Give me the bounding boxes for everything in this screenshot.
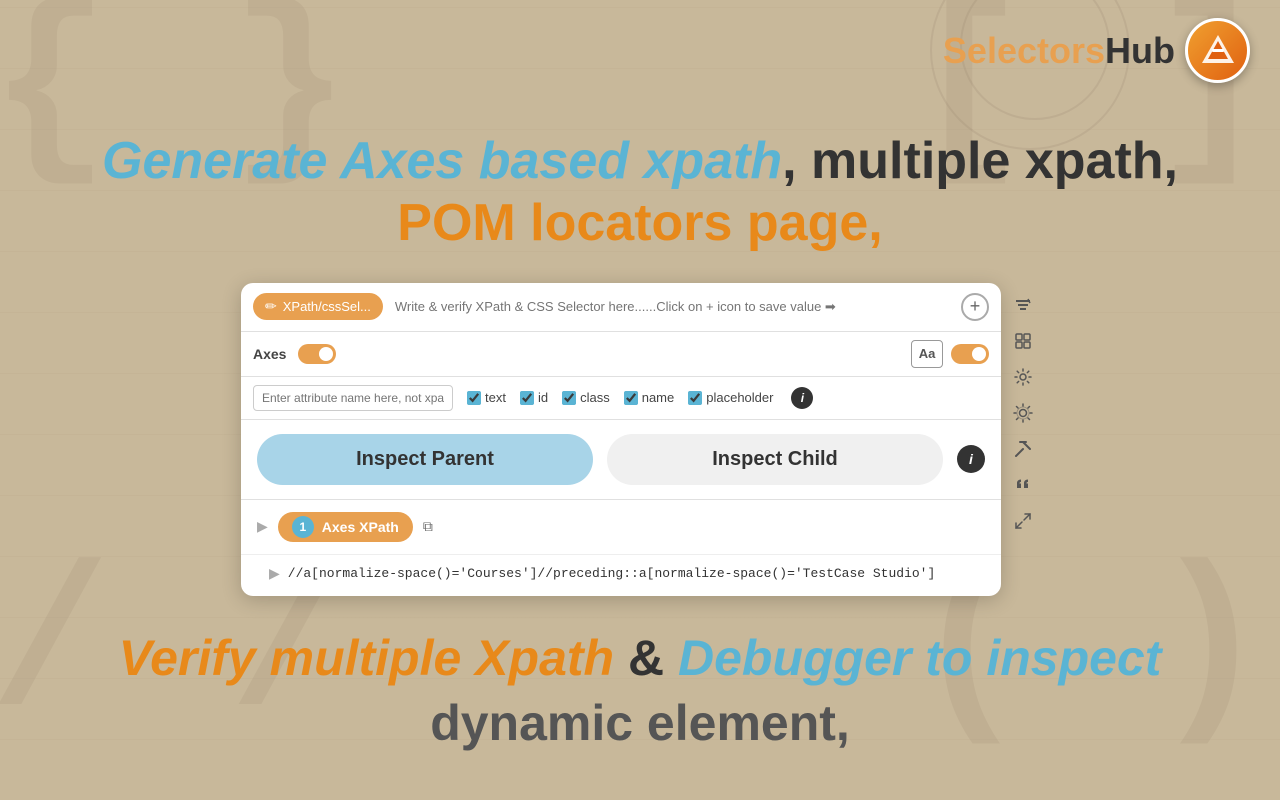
axes-label: Axes	[253, 346, 286, 362]
axes-toggle[interactable]	[298, 344, 336, 364]
ui-panel: ✏ XPath/cssSel... + Axes Aa	[241, 283, 1001, 596]
axes-toggle2[interactable]	[951, 344, 989, 364]
result-arrow-icon: ▶	[257, 518, 268, 535]
quote-icon[interactable]	[1007, 469, 1039, 501]
xpath-tab[interactable]: ✏ XPath/cssSel...	[253, 293, 383, 320]
heading-line1: Generate Axes based xpath, multiple xpat…	[102, 130, 1178, 192]
pencil-icon: ✏	[265, 298, 277, 315]
checkbox-placeholder-input[interactable]	[688, 391, 702, 405]
inspect-row: Inspect Parent Inspect Child i	[241, 420, 1001, 500]
checkbox-name-label: name	[642, 390, 675, 405]
grid-icon[interactable]	[1007, 325, 1039, 357]
axes-right: Aa	[911, 340, 989, 368]
axes-row: Axes Aa	[241, 332, 1001, 377]
xpath-result-row: ▶ 1 Axes XPath ⧉	[241, 500, 1001, 555]
logo-area: SelectorsHub	[943, 18, 1250, 83]
aa-button[interactable]: Aa	[911, 340, 943, 368]
bottom-line1: Verify multiple Xpath & Debugger to insp…	[119, 626, 1162, 691]
bottom-line2: dynamic element,	[119, 691, 1162, 756]
checkbox-text-label: text	[485, 390, 506, 405]
checkbox-name[interactable]: name	[624, 390, 675, 405]
logo-selectors: Selectors	[943, 30, 1105, 71]
logo-icon	[1185, 18, 1250, 83]
info-icon[interactable]: i	[791, 387, 813, 409]
checkbox-text-input[interactable]	[467, 391, 481, 405]
xpath-value-row: ▶ //a[normalize-space()='Courses']//prec…	[241, 555, 1001, 596]
bottom-debugger-text: Debugger to inspect	[678, 630, 1161, 686]
checkbox-class[interactable]: class	[562, 390, 610, 405]
checkbox-class-input[interactable]	[562, 391, 576, 405]
settings-icon[interactable]	[1007, 397, 1039, 429]
checkbox-id[interactable]: id	[520, 390, 548, 405]
checkbox-name-input[interactable]	[624, 391, 638, 405]
heading-axes-text: Generate Axes based xpath	[102, 132, 782, 190]
axes-badge: 1 Axes XPath	[278, 512, 413, 542]
checkbox-id-label: id	[538, 390, 548, 405]
checkbox-placeholder-label: placeholder	[706, 390, 773, 405]
add-button[interactable]: +	[961, 293, 989, 321]
inspect-parent-button[interactable]: Inspect Parent	[257, 434, 593, 485]
ui-panel-wrapper: ✏ XPath/cssSel... + Axes Aa	[241, 283, 1039, 596]
panel-topbar: ✏ XPath/cssSel... +	[241, 283, 1001, 332]
checkbox-text[interactable]: text	[467, 390, 506, 405]
checkbox-class-label: class	[580, 390, 610, 405]
side-icons-panel	[1007, 283, 1039, 596]
main-content: SelectorsHub Generate Axes based xpath, …	[0, 0, 1280, 800]
checkbox-id-input[interactable]	[520, 391, 534, 405]
xpath-value-text: //a[normalize-space()='Courses']//preced…	[288, 566, 936, 581]
xpath-value-arrow-icon: ▶	[269, 565, 280, 582]
checkbox-placeholder[interactable]: placeholder	[688, 390, 773, 405]
gear-icon[interactable]	[1007, 361, 1039, 393]
xpath-main-input[interactable]	[391, 295, 953, 318]
axes-left: Axes	[253, 344, 336, 364]
logo-text: SelectorsHub	[943, 30, 1175, 72]
bottom-and-text: &	[628, 630, 678, 686]
xpath-tab-label: XPath/cssSel...	[283, 299, 371, 314]
logo-hub: Hub	[1105, 30, 1175, 71]
heading-pom-text: POM locators page,	[397, 194, 882, 252]
copy-icon[interactable]: ⧉	[423, 518, 433, 535]
attr-row: text id class name placeholder	[241, 377, 1001, 420]
bottom-line2-text: dynamic element,	[430, 695, 850, 751]
heading-section: Generate Axes based xpath, multiple xpat…	[102, 130, 1178, 255]
expand-icon[interactable]	[1007, 505, 1039, 537]
logo-svg	[1198, 31, 1238, 71]
heading-line2: POM locators page,	[102, 192, 1178, 254]
badge-number: 1	[292, 516, 314, 538]
bottom-verify-text: Verify multiple Xpath	[119, 630, 614, 686]
bottom-heading: Verify multiple Xpath & Debugger to insp…	[119, 626, 1162, 756]
inspect-child-button[interactable]: Inspect Child	[607, 434, 943, 485]
axes-badge-label: Axes XPath	[322, 519, 399, 535]
heading-regular-text: , multiple xpath,	[782, 132, 1178, 190]
tools-icon[interactable]	[1007, 433, 1039, 465]
attribute-input[interactable]	[253, 385, 453, 411]
inspect-info-icon[interactable]: i	[957, 445, 985, 473]
filter-icon[interactable]	[1007, 289, 1039, 321]
